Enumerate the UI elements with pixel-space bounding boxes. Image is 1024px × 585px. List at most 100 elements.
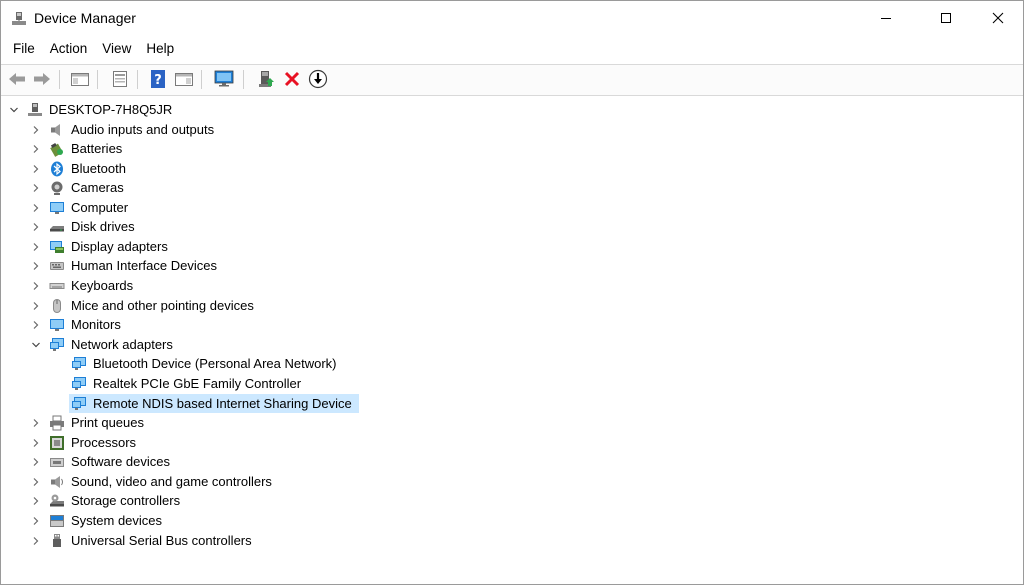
tree-item-monitors[interactable]: Monitors [31,315,124,334]
tree-item-label: Audio inputs and outputs [71,122,215,137]
keyboard-icon [49,278,65,294]
system-device-icon [49,513,65,529]
tree-item-label: Keyboards [71,278,134,293]
minimize-icon [881,18,891,19]
tree-item-audio-inputs-and-outputs[interactable]: Audio inputs and outputs [31,120,217,139]
chevron-right-icon[interactable] [31,516,41,526]
chevron-right-icon[interactable] [31,536,41,546]
maximize-icon [941,13,951,23]
chevron-right-icon[interactable] [31,496,41,506]
chevron-right-icon[interactable] [31,164,41,174]
chevron-right-icon[interactable] [31,222,41,232]
tree-item-network-adapters[interactable]: Network adapters [31,335,176,354]
tree-item-label: Display adapters [71,239,168,254]
tree-item-label: Sound, video and game controllers [71,474,272,489]
disable-device-button[interactable] [307,68,329,90]
toolbar-separator [59,70,60,89]
chevron-right-icon[interactable] [31,183,41,193]
tree-root[interactable]: DESKTOP-7H8Q5JR [9,100,175,119]
tree-child-bluetooth-device-pan[interactable]: Bluetooth Device (Personal Area Network) [71,354,340,373]
down-arrow-circle-icon [308,69,328,89]
update-driver-icon [259,71,274,87]
sound-controller-icon [49,474,65,490]
scan-for-hardware-changes-button[interactable] [213,68,235,90]
toolbar: ? [1,64,1023,96]
update-driver-button[interactable] [255,68,277,90]
chevron-right-icon[interactable] [31,320,41,330]
tree-item-label: Cameras [71,180,124,195]
display-adapter-icon [49,239,65,255]
tree-item-cameras[interactable]: Cameras [31,178,127,197]
properties-button[interactable] [109,68,131,90]
tree-item-computer[interactable]: Computer [31,198,131,217]
chevron-right-icon[interactable] [31,457,41,467]
device-manager-window: Device Manager File Action View Help ? D… [0,0,1024,585]
menu-view[interactable]: View [95,38,137,62]
close-icon [992,12,1004,24]
console-tree-icon [71,73,89,86]
window-title: Device Manager [34,10,136,26]
storage-controller-icon [49,493,65,509]
tree-item-storage-controllers[interactable]: Storage controllers [31,491,183,510]
maximize-button[interactable] [923,1,969,35]
chevron-right-icon[interactable] [31,203,41,213]
tree-item-label: Print queues [71,415,144,430]
chevron-down-icon[interactable] [31,340,41,350]
help-button[interactable]: ? [147,68,169,90]
show-hide-console-tree-button[interactable] [69,68,91,90]
tree-item-label: Batteries [71,141,123,156]
device-manager-app-icon [11,11,27,27]
forward-arrow-icon [34,73,50,85]
svg-text:?: ? [154,73,162,88]
tree-item-bluetooth[interactable]: Bluetooth [31,159,129,178]
action-pane-icon [175,73,193,86]
toolbar-separator [137,70,138,89]
menu-file[interactable]: File [6,38,41,62]
close-button[interactable] [975,1,1021,35]
hid-icon [49,258,65,274]
tree-item-software-devices[interactable]: Software devices [31,452,173,471]
chevron-right-icon[interactable] [31,301,41,311]
chevron-right-icon[interactable] [31,281,41,291]
back-button[interactable] [6,68,28,90]
tree-item-human-interface-devices[interactable]: Human Interface Devices [31,256,220,275]
toolbar-separator [97,70,98,89]
help-book-icon: ? [151,70,165,88]
menu-help[interactable]: Help [139,38,180,62]
tree-item-display-adapters[interactable]: Display adapters [31,237,171,256]
chevron-down-icon[interactable] [9,105,19,115]
chevron-right-icon[interactable] [31,242,41,252]
monitor-icon [49,317,65,333]
camera-icon [49,180,65,196]
tree-item-label: Disk drives [71,219,135,234]
tree-item-label: Computer [71,200,129,215]
menu-action[interactable]: Action [43,38,94,62]
tree-item-system-devices[interactable]: System devices [31,511,165,530]
show-action-pane-button[interactable] [173,68,195,90]
title-bar[interactable]: Device Manager [1,1,1023,37]
tree-item-sound-video-game-controllers[interactable]: Sound, video and game controllers [31,472,275,491]
uninstall-device-button[interactable] [281,68,303,90]
tree-item-label: Monitors [71,317,121,332]
chevron-right-icon[interactable] [31,438,41,448]
tree-item-keyboards[interactable]: Keyboards [31,276,136,295]
tree-item-mice-and-other-pointing-devices[interactable]: Mice and other pointing devices [31,296,257,315]
tree-item-print-queues[interactable]: Print queues [31,413,147,432]
chevron-right-icon[interactable] [31,261,41,271]
tree-item-universal-serial-bus-controllers[interactable]: Universal Serial Bus controllers [31,531,255,550]
speaker-icon [49,122,65,138]
chevron-right-icon[interactable] [31,144,41,154]
properties-icon [113,71,127,87]
tree-child-remote-ndis-selected[interactable]: Remote NDIS based Internet Sharing Devic… [69,394,359,413]
tree-item-batteries[interactable]: Batteries [31,139,125,158]
minimize-button[interactable] [863,1,909,35]
tree-item-label: Network adapters [71,337,173,352]
tree-item-disk-drives[interactable]: Disk drives [31,217,138,236]
forward-button[interactable] [31,68,53,90]
chevron-right-icon[interactable] [31,477,41,487]
printer-icon [49,415,65,431]
tree-child-realtek-pcie-gbe[interactable]: Realtek PCIe GbE Family Controller [71,374,304,393]
chevron-right-icon[interactable] [31,418,41,428]
chevron-right-icon[interactable] [31,125,41,135]
tree-item-processors[interactable]: Processors [31,433,139,452]
